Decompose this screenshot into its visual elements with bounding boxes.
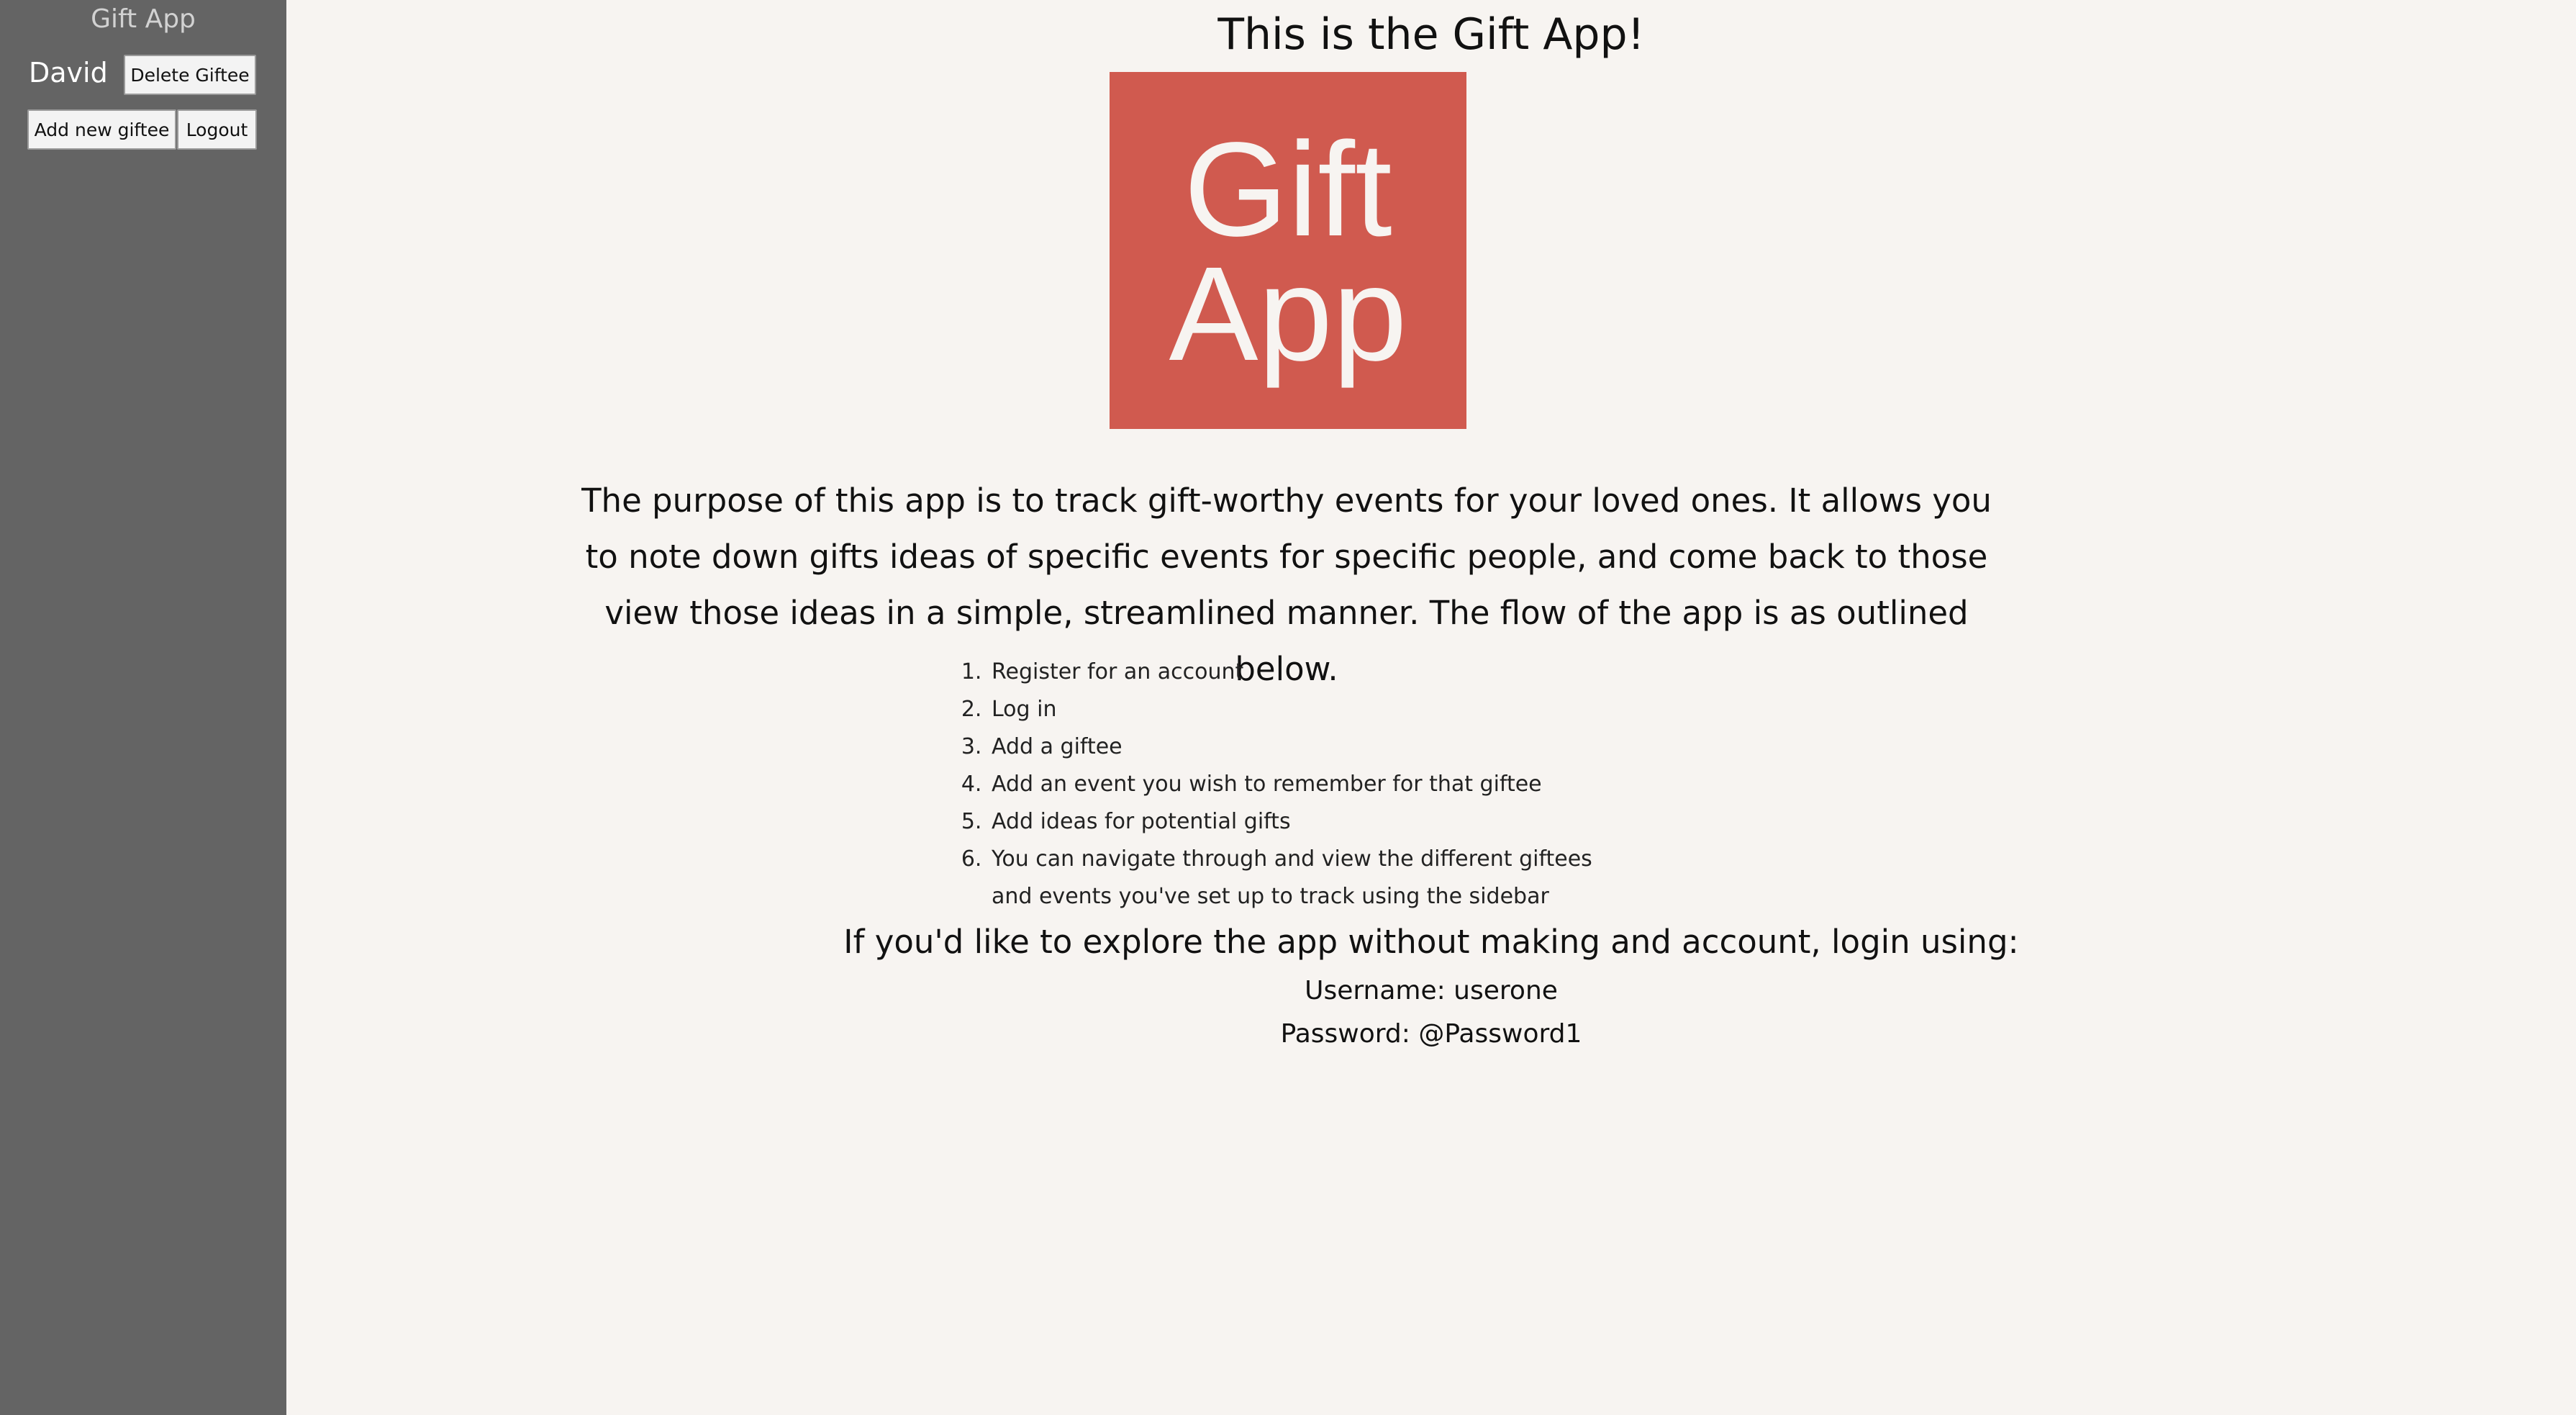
step-item: Add an event you wish to remember for th… (989, 766, 1636, 803)
delete-giftee-button[interactable]: Delete Giftee (124, 55, 256, 95)
add-giftee-button[interactable]: Add new giftee (27, 109, 176, 150)
app-flow-steps: Register for an account Log in Add a gif… (702, 654, 1636, 916)
logout-button[interactable]: Logout (177, 109, 257, 150)
step-item: Log in (989, 691, 1636, 728)
page-title: This is the Gift App! (1217, 9, 1645, 60)
sidebar-app-title: Gift App (91, 4, 196, 34)
step-item: You can navigate through and view the di… (989, 841, 1636, 916)
step-item: Add ideas for potential gifts (989, 803, 1636, 841)
step-item: Add a giftee (989, 728, 1636, 766)
logo-line-2: App (1169, 240, 1407, 389)
sidebar: Gift App David Delete Giftee Add new gif… (0, 0, 286, 1415)
demo-username: Username: userone (1305, 976, 1558, 1005)
giftee-name[interactable]: David (29, 56, 108, 89)
demo-password: Password: @Password1 (1280, 1019, 1582, 1049)
main-content: This is the Gift App! Gift App The purpo… (286, 0, 2576, 1415)
gift-app-logo: Gift App (1110, 72, 1466, 429)
step-item: Register for an account (989, 654, 1636, 691)
demo-login-heading: If you'd like to explore the app without… (843, 923, 2019, 961)
